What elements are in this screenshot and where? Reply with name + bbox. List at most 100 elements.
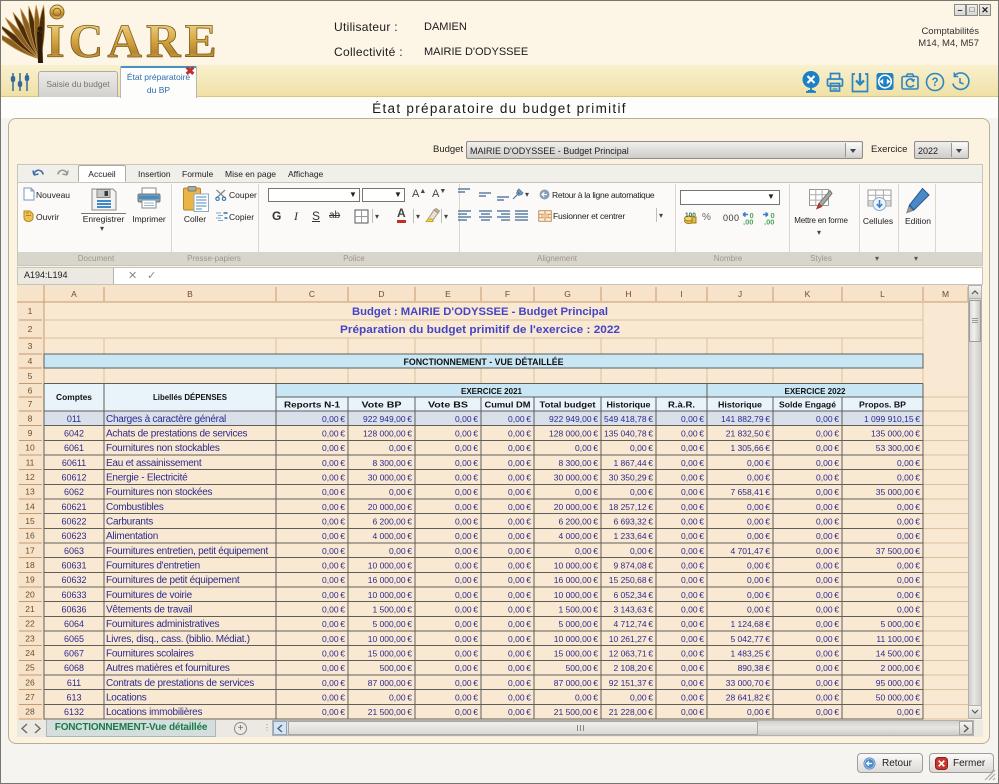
svg-text:0,00 €: 0,00 €: [322, 590, 345, 600]
svg-text:21 228,00 €: 21 228,00 €: [609, 707, 654, 717]
svg-text:0,00 €: 0,00 €: [681, 531, 704, 541]
svg-text:J: J: [738, 289, 742, 299]
svg-text:0,00 €: 0,00 €: [508, 443, 531, 453]
svg-text:4 712,74 €: 4 712,74 €: [613, 619, 653, 629]
svg-text:60621: 60621: [61, 502, 86, 512]
svg-text:0,00 €: 0,00 €: [455, 590, 478, 600]
svg-text:0,00 €: 0,00 €: [681, 678, 704, 688]
svg-text:Livres, disq., cass. (biblio.: Livres, disq., cass. (biblio. Médiat.): [106, 634, 250, 645]
svg-text:0,00 €: 0,00 €: [816, 693, 839, 703]
svg-text:0,00 €: 0,00 €: [816, 561, 839, 571]
svg-text:0,00 €: 0,00 €: [322, 531, 345, 541]
svg-text:0,00 €: 0,00 €: [322, 414, 345, 424]
svg-text:0,00 €: 0,00 €: [681, 693, 704, 703]
svg-text:16: 16: [25, 531, 35, 541]
svg-text:0,00 €: 0,00 €: [681, 575, 704, 585]
svg-text:1: 1: [28, 306, 33, 316]
svg-text:Alimentation: Alimentation: [106, 531, 158, 542]
svg-text:0,00 €: 0,00 €: [322, 429, 345, 439]
svg-text:0,00 €: 0,00 €: [816, 575, 839, 585]
svg-text:15 000,00 €: 15 000,00 €: [554, 649, 599, 659]
svg-text:13: 13: [25, 487, 35, 497]
svg-text:3 143,63 €: 3 143,63 €: [613, 605, 653, 615]
svg-text:0,00 €: 0,00 €: [630, 443, 653, 453]
svg-text:18 257,12 €: 18 257,12 €: [609, 502, 654, 512]
svg-text:Charges à caractère général: Charges à caractère général: [106, 414, 226, 425]
svg-text:0,00 €: 0,00 €: [575, 693, 598, 703]
svg-text:0,00 €: 0,00 €: [508, 605, 531, 615]
svg-text:21 832,50 €: 21 832,50 €: [726, 429, 771, 439]
svg-text:0,00 €: 0,00 €: [897, 575, 920, 585]
svg-text:0,00 €: 0,00 €: [455, 531, 478, 541]
svg-text:A: A: [71, 289, 77, 299]
svg-text:4 701,47 €: 4 701,47 €: [730, 546, 770, 556]
svg-text:0,00 €: 0,00 €: [747, 605, 770, 615]
svg-text:Contrats de prestations de ser: Contrats de prestations de services: [106, 678, 254, 689]
svg-text:3: 3: [28, 341, 33, 351]
svg-text:B: B: [187, 289, 193, 299]
svg-text:Combustibles: Combustibles: [106, 502, 164, 513]
svg-text:0,00 €: 0,00 €: [747, 561, 770, 571]
svg-text:500,00 €: 500,00 €: [566, 663, 599, 673]
svg-text:0,00 €: 0,00 €: [681, 605, 704, 615]
svg-text:0,00 €: 0,00 €: [747, 531, 770, 541]
svg-text:Energie - Electricité: Energie - Electricité: [106, 473, 188, 484]
svg-text:1 305,66 €: 1 305,66 €: [730, 443, 770, 453]
svg-text:Propos. BP: Propos. BP: [859, 400, 906, 410]
svg-text:22: 22: [25, 619, 35, 629]
svg-text:0,00 €: 0,00 €: [455, 619, 478, 629]
svg-text:0,00 €: 0,00 €: [455, 634, 478, 644]
svg-text:14: 14: [25, 501, 35, 511]
svg-text:0,00 €: 0,00 €: [508, 502, 531, 512]
svg-text:Fournitures de voirie: Fournitures de voirie: [106, 590, 193, 601]
svg-text:Locations immobilières: Locations immobilières: [106, 707, 202, 718]
svg-text:0,00 €: 0,00 €: [747, 517, 770, 527]
svg-text:0,00 €: 0,00 €: [897, 517, 920, 527]
svg-text:500,00 €: 500,00 €: [380, 663, 413, 673]
svg-text:5 000,00 €: 5 000,00 €: [558, 619, 598, 629]
svg-text:0,00 €: 0,00 €: [816, 707, 839, 717]
svg-text:33 000,70 €: 33 000,70 €: [726, 678, 771, 688]
svg-text:1 500,00 €: 1 500,00 €: [558, 605, 598, 615]
svg-text:20 000,00 €: 20 000,00 €: [368, 502, 413, 512]
svg-text:5 000,00 €: 5 000,00 €: [880, 619, 920, 629]
svg-text:8 300,00 €: 8 300,00 €: [372, 458, 412, 468]
svg-text:?: ?: [931, 77, 938, 89]
svg-text:0,00 €: 0,00 €: [816, 590, 839, 600]
svg-text:0,00 €: 0,00 €: [630, 546, 653, 556]
svg-text:Eau et assainissement: Eau et assainissement: [106, 458, 202, 469]
svg-text:0,00 €: 0,00 €: [455, 693, 478, 703]
svg-text:0,00 €: 0,00 €: [389, 546, 412, 556]
svg-text:141 882,79 €: 141 882,79 €: [721, 414, 770, 424]
svg-text:4 000,00 €: 4 000,00 €: [558, 531, 598, 541]
svg-text:0,00 €: 0,00 €: [747, 502, 770, 512]
svg-text:Comptes: Comptes: [56, 392, 92, 402]
svg-text:0,00 €: 0,00 €: [816, 517, 839, 527]
svg-text:0,00 €: 0,00 €: [575, 443, 598, 453]
svg-text:922 949,00 €: 922 949,00 €: [363, 414, 412, 424]
svg-text:0,00 €: 0,00 €: [747, 473, 770, 483]
svg-text:0,00 €: 0,00 €: [681, 502, 704, 512]
svg-text:0,00 €: 0,00 €: [747, 458, 770, 468]
svg-text:D: D: [378, 289, 384, 299]
svg-text:0,00 €: 0,00 €: [508, 414, 531, 424]
svg-text:0,00 €: 0,00 €: [897, 605, 920, 615]
svg-text:14 500,00 €: 14 500,00 €: [876, 649, 921, 659]
svg-text:12: 12: [25, 472, 35, 482]
svg-text:15 000,00 €: 15 000,00 €: [368, 649, 413, 659]
svg-text:2: 2: [28, 324, 33, 334]
svg-text:6063: 6063: [64, 546, 84, 556]
svg-text:,00: ,00: [764, 218, 774, 226]
svg-text:0,00 €: 0,00 €: [455, 678, 478, 688]
svg-text:5 042,77 €: 5 042,77 €: [730, 634, 770, 644]
svg-text:0,00 €: 0,00 €: [508, 546, 531, 556]
svg-text:135 040,78 €: 135 040,78 €: [604, 429, 653, 439]
svg-text:28 641,82 €: 28 641,82 €: [726, 693, 771, 703]
svg-text:0,00 €: 0,00 €: [681, 473, 704, 483]
svg-text:60622: 60622: [61, 517, 86, 527]
svg-text:0,00 €: 0,00 €: [816, 605, 839, 615]
svg-text:0,00 €: 0,00 €: [681, 619, 704, 629]
svg-text:60631: 60631: [61, 561, 86, 571]
svg-text:Cumul DM: Cumul DM: [485, 400, 531, 410]
svg-text:0,00 €: 0,00 €: [322, 458, 345, 468]
